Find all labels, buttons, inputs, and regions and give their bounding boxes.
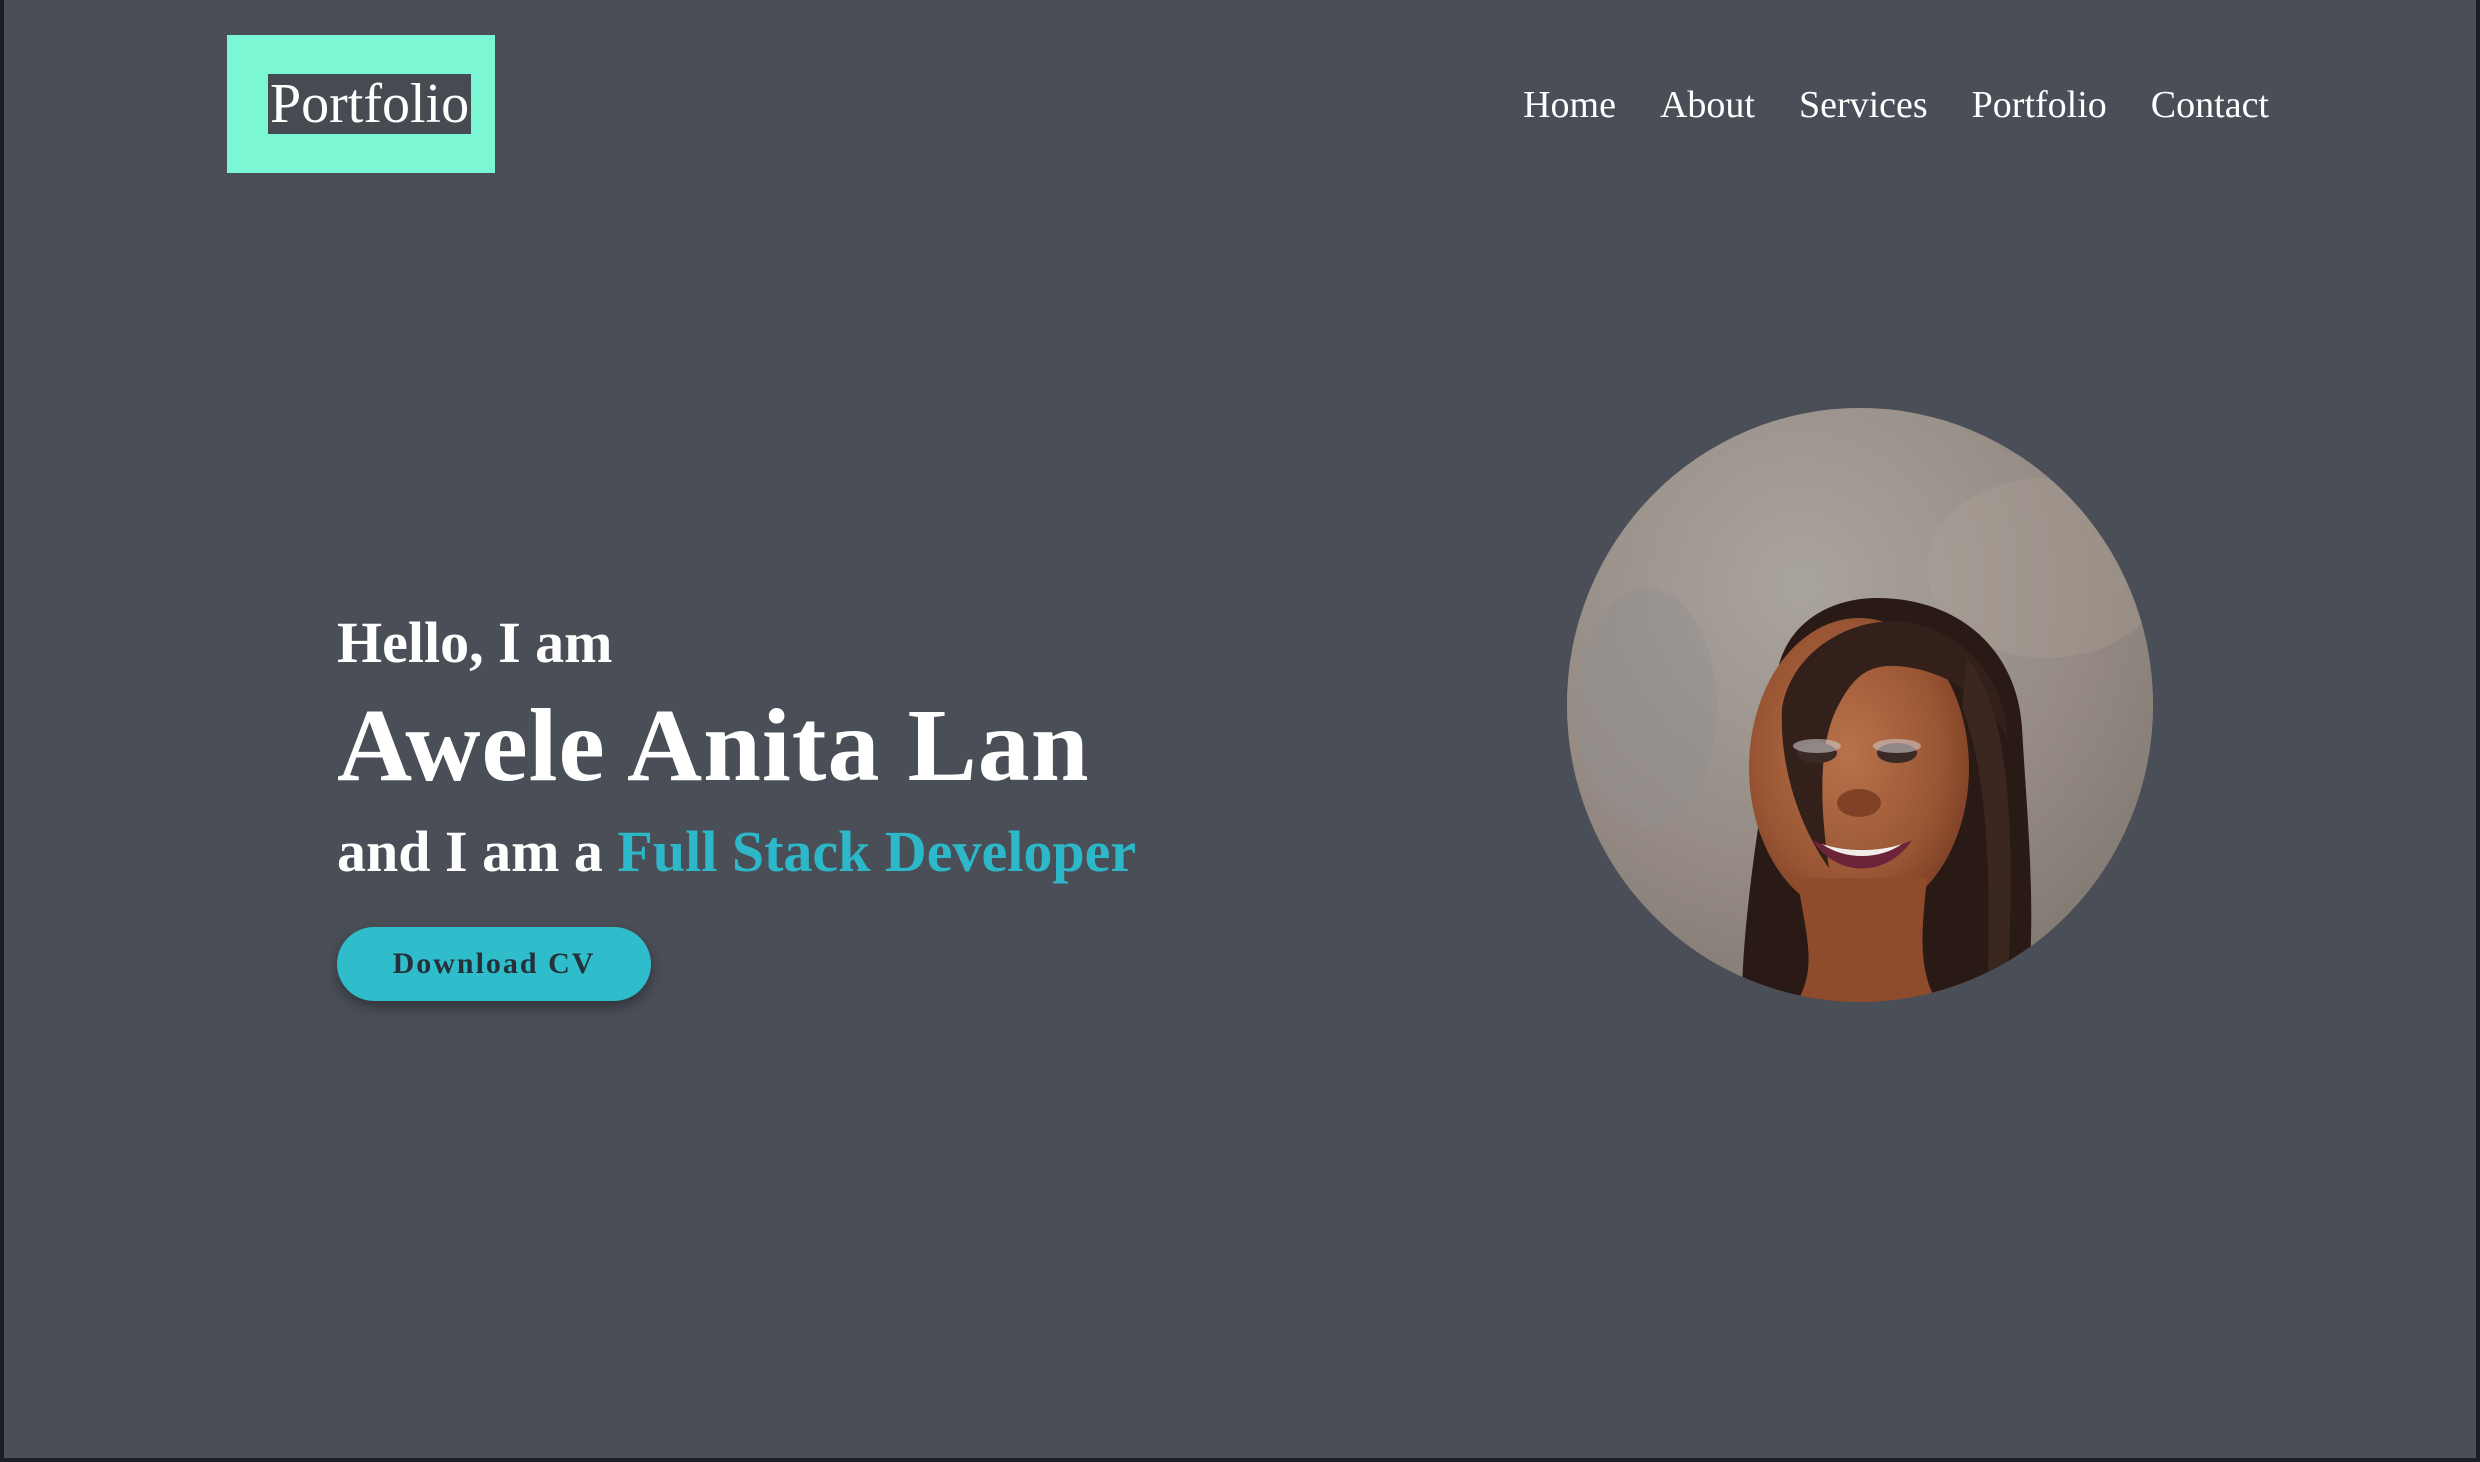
nav-link-portfolio[interactable]: Portfolio [1972, 78, 2107, 132]
download-cv-button[interactable]: Download CV [337, 927, 651, 1001]
portfolio-page: Portfolio Home About Services Portfolio … [4, 0, 2476, 1458]
hero-name: Awele Anita Lan [337, 688, 1090, 803]
profile-photo-illustration [1567, 408, 2153, 1002]
profile-photo [1567, 408, 2153, 1002]
hero-role-line: and I am a Full Stack Developer [337, 815, 1136, 889]
hero-greeting: Hello, I am [337, 610, 613, 675]
hero-role-prefix: and I am a [337, 819, 618, 884]
nav-link-about[interactable]: About [1660, 78, 1755, 132]
hero-role: Full Stack Developer [617, 819, 1137, 884]
nav-link-contact[interactable]: Contact [2151, 78, 2269, 132]
logo-text[interactable]: Portfolio [268, 74, 472, 134]
nav-link-home[interactable]: Home [1523, 78, 1616, 132]
main-nav: Home About Services Portfolio Contact [1523, 78, 2269, 132]
nav-link-services[interactable]: Services [1799, 78, 1928, 132]
